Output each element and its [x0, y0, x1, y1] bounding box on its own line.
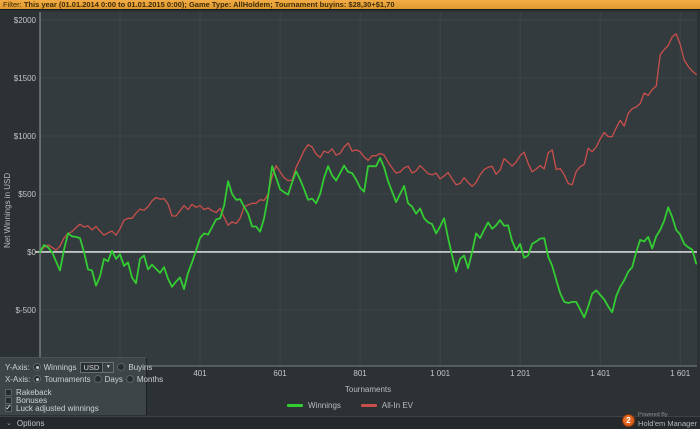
holdem-manager-logo-icon: 2 — [622, 413, 636, 427]
options-label: Options — [16, 418, 45, 428]
x-tick-label: 601 — [273, 369, 287, 378]
x-tick-label: 401 — [193, 369, 207, 378]
y-axis-row-label: Y-Axis: — [5, 362, 30, 372]
luck-adjusted-row: ✓ Luck adjusted winnings — [5, 403, 146, 413]
currency-dropdown[interactable]: USD ▼ — [79, 361, 115, 373]
y-tick-label: $1000 — [14, 132, 37, 141]
dropdown-arrow-icon[interactable]: ▼ — [102, 361, 115, 373]
days-radio-label[interactable]: Days — [105, 375, 123, 384]
x-tick-label: 801 — [353, 369, 367, 378]
months-radio[interactable] — [125, 375, 134, 383]
buyins-radio-label[interactable]: Buyins — [128, 363, 152, 372]
y-tick-label: $-500 — [16, 306, 37, 315]
check-icon: ✓ — [5, 403, 12, 412]
app-name-text: Hold'em Manager — [638, 418, 697, 428]
y-tick-label: $0 — [27, 248, 36, 257]
x-axis-row-label: X-Axis: — [5, 374, 31, 384]
x-tick-label: 1 601 — [670, 369, 691, 378]
luck-adjusted-checkbox[interactable]: ✓ — [5, 403, 12, 412]
powered-by-branding: 2 Powered By Hold'em Manager — [622, 412, 697, 428]
graph-control-panel: Y-Axis: Winnings USD ▼ Buyins X-Axis: To… — [0, 357, 163, 415]
legend-item-allin-ev[interactable]: All-In EV — [360, 400, 414, 410]
tournaments-radio-label[interactable]: Tournaments — [44, 375, 90, 384]
y-tick-label: $2000 — [14, 16, 37, 25]
plot-area — [40, 12, 697, 366]
powered-by-text: Powered By — [638, 412, 668, 418]
y-tick-label: $500 — [18, 190, 36, 199]
rakeback-checkbox[interactable]: ✓ — [5, 389, 12, 396]
allin-ev-line-swatch — [360, 403, 377, 407]
winnings-legend-label: Winnings — [307, 400, 341, 410]
filter-bar[interactable]: Filter: This year (01.01.2014 0:00 to 01… — [0, 0, 700, 10]
rakeback-row: ✓ Rakeback — [5, 388, 146, 397]
buyins-radio[interactable] — [117, 363, 126, 371]
filter-value: This year (01.01.2014 0:00 to 01.01.2015… — [23, 0, 395, 9]
x-tick-label: 1 001 — [430, 369, 451, 378]
bonuses-row: ✓ Bonuses — [5, 396, 146, 405]
y-axis-title: Net Winnings in USD — [3, 172, 12, 248]
luck-adjusted-checkbox-label[interactable]: Luck adjusted winnings — [16, 404, 99, 413]
tournaments-radio[interactable] — [33, 375, 42, 383]
holdem-manager-graph-window: Filter: This year (01.01.2014 0:00 to 01… — [0, 0, 700, 429]
currency-dropdown-value: USD — [79, 361, 103, 373]
allin-ev-legend-label: All-In EV — [381, 400, 414, 410]
legend-item-winnings[interactable]: Winnings — [286, 400, 341, 410]
winnings-radio[interactable] — [32, 363, 41, 371]
filter-label: Filter: — [3, 0, 22, 9]
winnings-radio-label[interactable]: Winnings — [44, 363, 77, 372]
days-radio[interactable] — [93, 375, 102, 383]
x-axis-row: X-Axis: Tournaments Days Months — [5, 373, 163, 385]
y-axis-row: Y-Axis: Winnings USD ▼ Buyins — [5, 361, 152, 373]
y-tick-label: $1500 — [14, 74, 37, 83]
x-axis-title: Tournaments — [344, 385, 392, 394]
winnings-line-swatch — [286, 403, 303, 407]
x-tick-label: 1 401 — [590, 369, 611, 378]
options-bar[interactable]: ⌄ Options — [0, 416, 700, 429]
months-radio-label[interactable]: Months — [137, 375, 163, 384]
x-tick-label: 1 201 — [510, 369, 531, 378]
chevron-down-icon: ⌄ — [6, 420, 12, 427]
